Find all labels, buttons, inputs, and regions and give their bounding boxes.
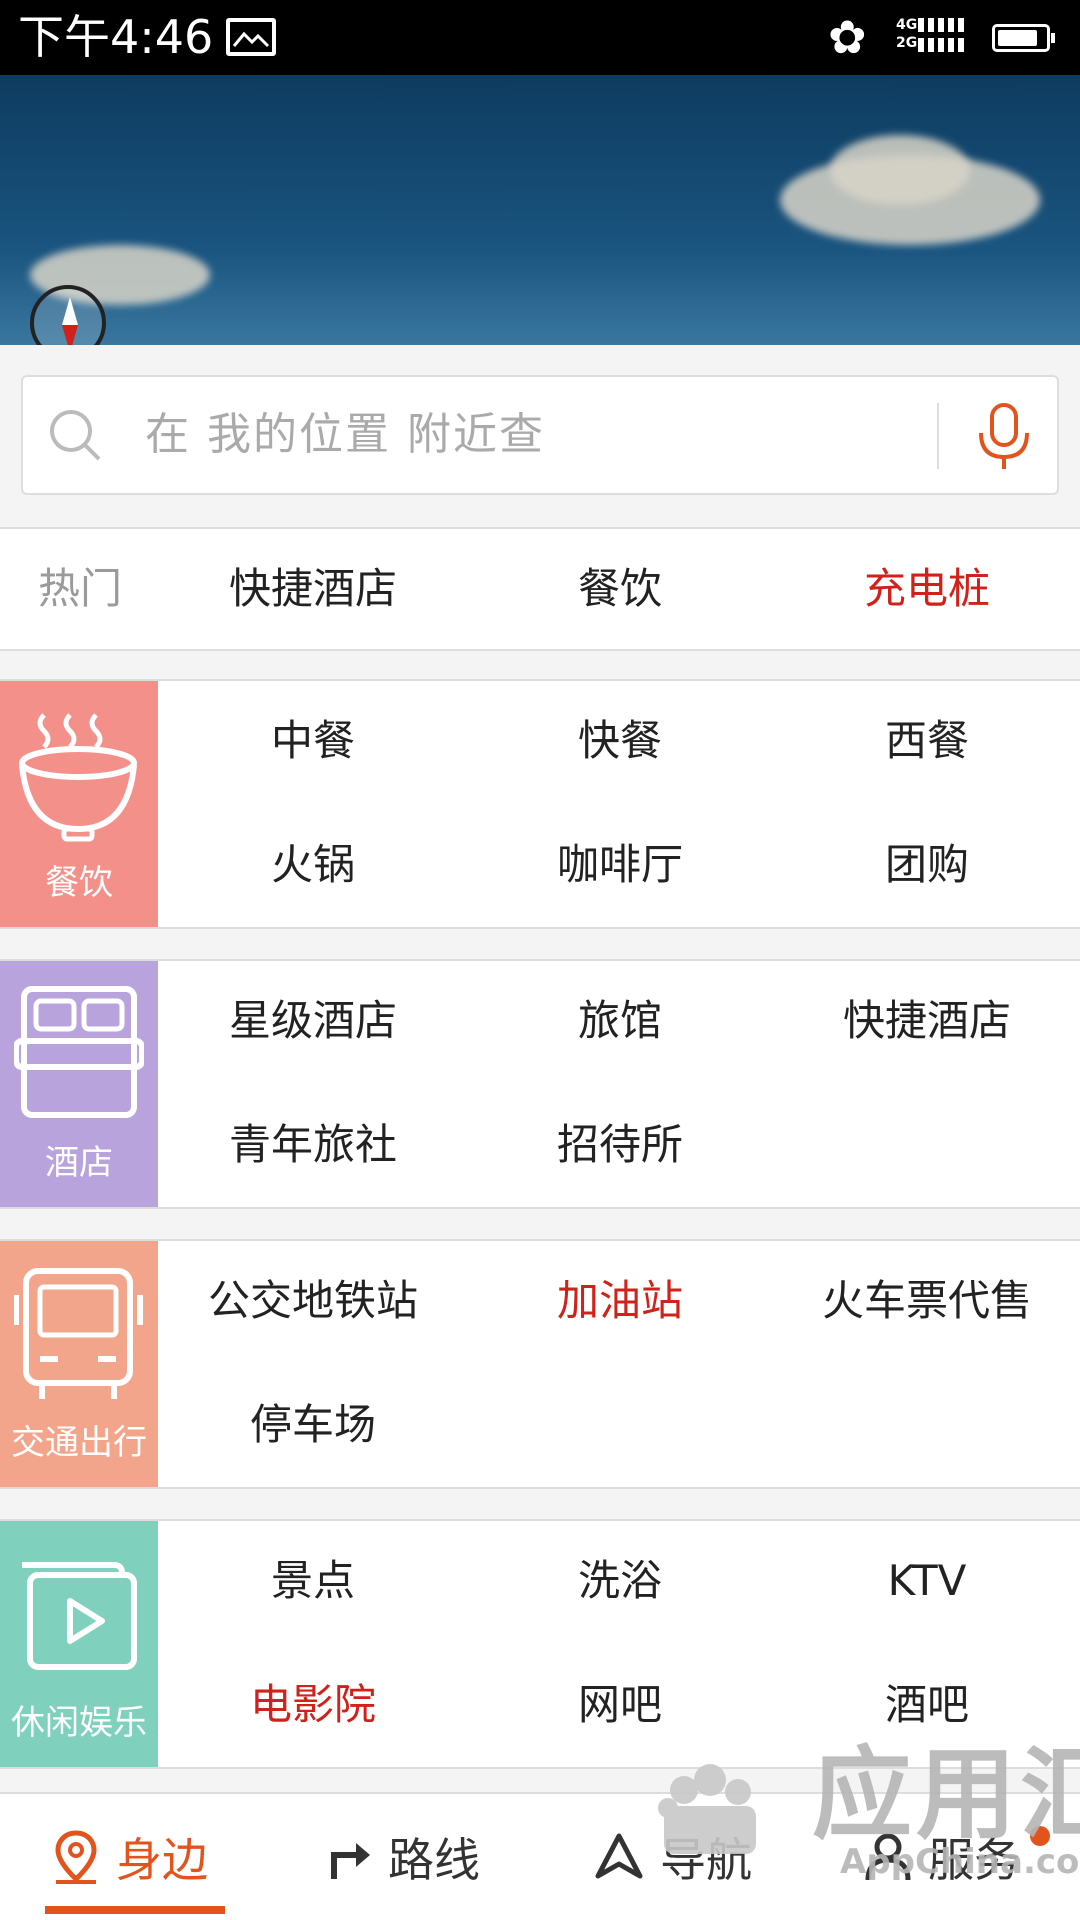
watermark-title: 应用汇 xyxy=(812,1736,1080,1853)
search-input[interactable]: 在 我的位置 附近查 xyxy=(21,375,1059,495)
search-placeholder: 在 我的位置 附近查 xyxy=(145,409,545,460)
category-item[interactable]: 洗浴 xyxy=(470,1551,770,1611)
category-label: 交通出行 xyxy=(11,1423,147,1463)
map-view[interactable] xyxy=(0,75,1080,345)
category-item[interactable]: 快捷酒店 xyxy=(777,991,1077,1051)
navigation-arrow-icon xyxy=(595,1833,643,1879)
search-section: 在 我的位置 附近查 xyxy=(0,345,1080,525)
network-2g: 2G xyxy=(896,35,918,51)
category-item[interactable]: 招待所 xyxy=(470,1115,770,1175)
video-icon xyxy=(22,1562,137,1670)
tab-label: 身边 xyxy=(116,1833,208,1887)
microphone-icon[interactable] xyxy=(969,403,1039,471)
category-item[interactable]: 咖啡厅 xyxy=(470,835,770,895)
category-tile-transport[interactable]: 交通出行 xyxy=(0,1241,158,1487)
watermark-url: AppChina.com xyxy=(840,1842,1080,1882)
route-arrow-icon xyxy=(331,1843,370,1879)
category-item[interactable]: 旅馆 xyxy=(470,991,770,1051)
category-item[interactable]: 电影院 xyxy=(163,1675,463,1735)
tab-label: 路线 xyxy=(388,1833,480,1887)
category-item[interactable]: 团购 xyxy=(777,835,1077,895)
tab-route[interactable]: 路线 xyxy=(328,1822,480,1892)
category-item[interactable]: 火车票代售 xyxy=(777,1271,1077,1331)
hot-item-charging-station[interactable]: 充电桩 xyxy=(777,559,1077,619)
category-item[interactable]: 中餐 xyxy=(163,711,463,771)
category-hotel: 酒店 星级酒店 旅馆 快捷酒店 青年旅社 招待所 xyxy=(0,959,1080,1209)
category-item[interactable]: 西餐 xyxy=(777,711,1077,771)
category-transport: 交通出行 公交地铁站 加油站 火车票代售 停车场 xyxy=(0,1239,1080,1489)
category-label: 餐饮 xyxy=(45,863,113,903)
flower-icon: ✿ xyxy=(828,10,867,64)
category-item[interactable]: 景点 xyxy=(163,1551,463,1611)
category-item[interactable]: 网吧 xyxy=(470,1675,770,1735)
bus-icon xyxy=(14,1268,143,1399)
search-icon xyxy=(50,410,101,461)
category-item[interactable]: 火锅 xyxy=(163,835,463,895)
category-item[interactable]: 星级酒店 xyxy=(163,991,463,1051)
status-bar: 下午4:46 ✿ 4G 2G xyxy=(0,0,1080,75)
signal-icon xyxy=(918,18,968,58)
category-tile-hotel[interactable]: 酒店 xyxy=(0,961,158,1207)
category-leisure: 休闲娱乐 景点 洗浴 KTV 电影院 网吧 酒吧 xyxy=(0,1519,1080,1769)
category-tile-leisure[interactable]: 休闲娱乐 xyxy=(0,1521,158,1767)
category-item[interactable]: KTV xyxy=(777,1551,1077,1611)
network-4g: 4G xyxy=(896,17,918,33)
hot-item-dining[interactable]: 餐饮 xyxy=(470,559,770,619)
location-pin-icon xyxy=(55,1830,97,1884)
hot-item-express-hotel[interactable]: 快捷酒店 xyxy=(163,559,463,619)
bed-icon xyxy=(14,986,144,1118)
category-label: 休闲娱乐 xyxy=(11,1703,147,1743)
category-item[interactable]: 青年旅社 xyxy=(163,1115,463,1175)
hot-row: 热门 快捷酒店 餐饮 充电桩 xyxy=(0,527,1080,651)
category-label: 酒店 xyxy=(45,1143,113,1183)
category-dining: 餐饮 中餐 快餐 西餐 火锅 咖啡厅 团购 xyxy=(0,679,1080,929)
category-item[interactable]: 加油站 xyxy=(470,1271,770,1331)
image-notification-icon xyxy=(226,18,276,56)
category-item[interactable]: 停车场 xyxy=(163,1395,463,1455)
search-divider xyxy=(937,403,939,469)
battery-icon xyxy=(992,24,1055,52)
active-tab-indicator xyxy=(45,1906,225,1914)
status-time: 下午4:46 xyxy=(18,10,214,64)
category-item[interactable]: 酒吧 xyxy=(777,1675,1077,1735)
hot-label: 热门 xyxy=(38,564,123,613)
bowl-icon xyxy=(19,713,137,842)
network-type: 4G 2G xyxy=(896,16,917,52)
appchina-logo-icon xyxy=(658,1764,756,1854)
category-item[interactable]: 公交地铁站 xyxy=(163,1271,463,1331)
category-item[interactable]: 快餐 xyxy=(470,711,770,771)
tab-nearby[interactable]: 身边 xyxy=(52,1822,208,1892)
category-tile-dining[interactable]: 餐饮 xyxy=(0,681,158,927)
